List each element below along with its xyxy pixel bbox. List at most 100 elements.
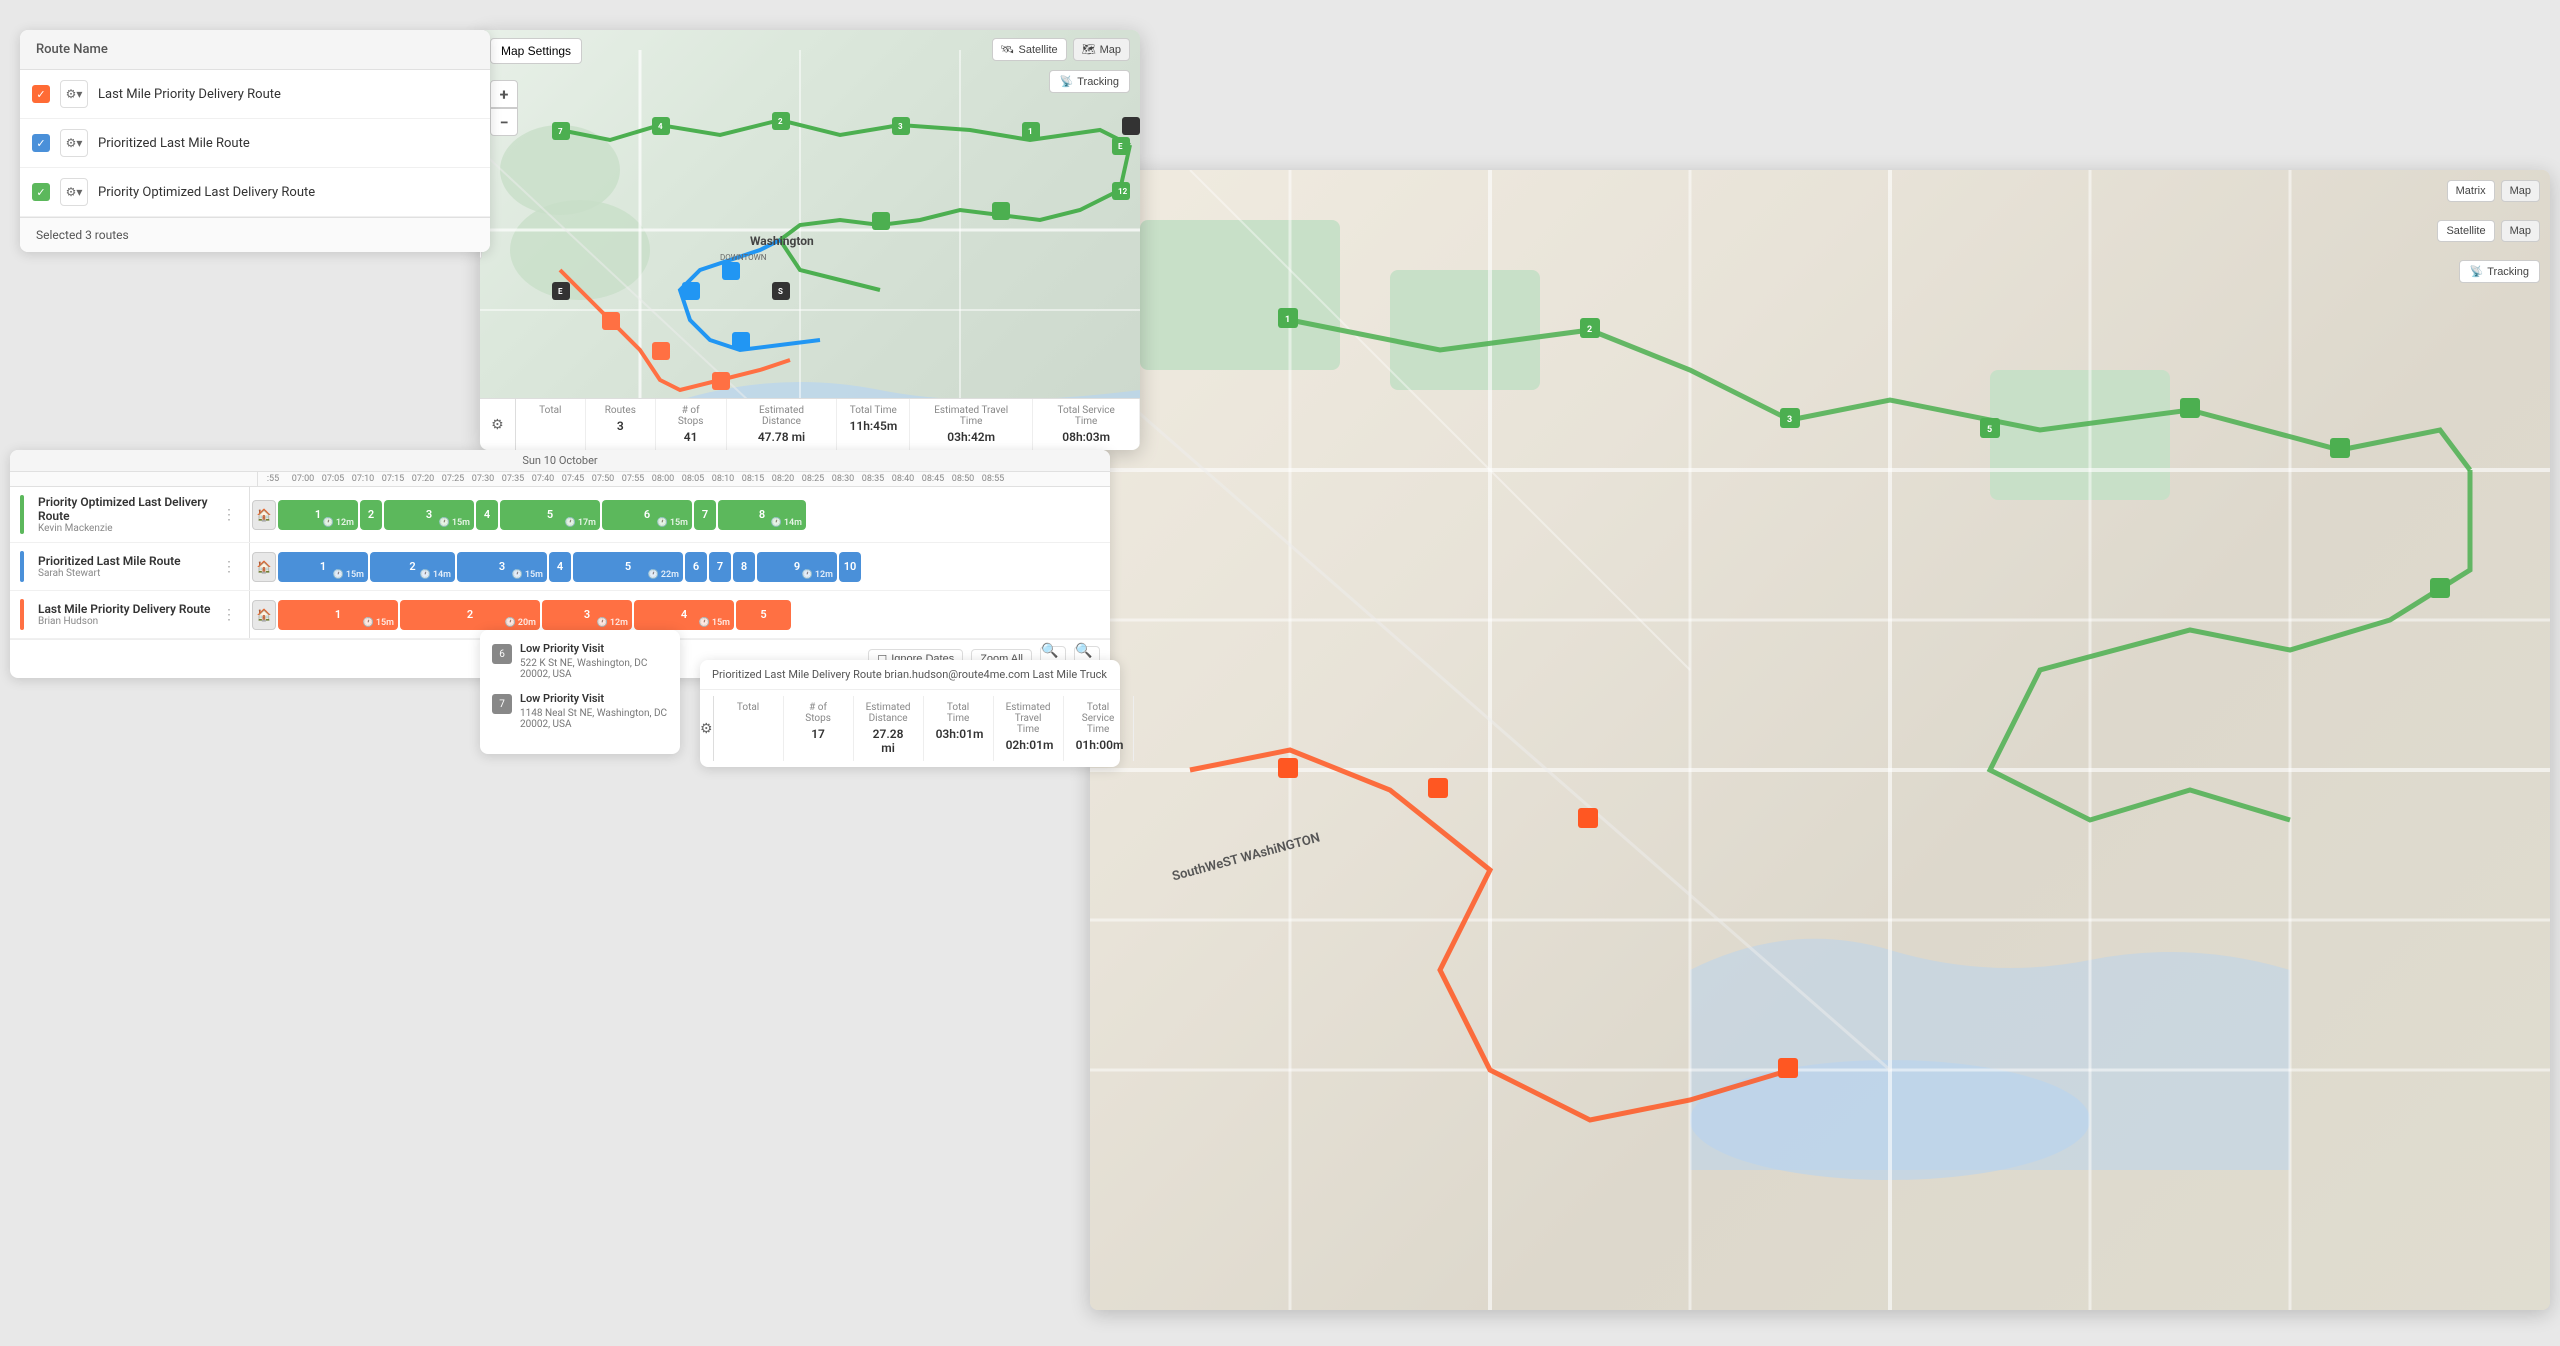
time-label: 07:00: [288, 474, 318, 484]
stop-block[interactable]: 7: [694, 500, 716, 530]
route-gear-2[interactable]: ⚙▾: [60, 129, 88, 157]
map-settings-btn[interactable]: Map Settings: [490, 38, 582, 64]
total-label: Total: [528, 405, 573, 416]
bottom-stats-dist: Estimated Distance 27.28 mi: [854, 696, 924, 761]
svg-text:4: 4: [658, 122, 663, 131]
satellite-label: Satellite: [1018, 44, 1057, 56]
stop-block[interactable]: 5 🕐 17m: [500, 500, 600, 530]
list-item[interactable]: ✓ ⚙▾ Prioritized Last Mile Route: [20, 119, 490, 168]
right-tracking-icon: 📡: [2470, 265, 2484, 278]
timeline-stops-3: 🏠 1 🕐 15m 2 🕐 20m 3 🕐 12m 4 🕐 15m 5: [250, 591, 1110, 638]
route-checkbox-3[interactable]: ✓: [32, 183, 50, 201]
service-time-header: Total Service Time: [1045, 405, 1127, 427]
timeline-stops-1: 🏠 1 🕐 12m 2 3 🕐 15m 4 5 🕐 17m 6 🕐 15m 7 …: [250, 487, 1110, 542]
stop-block[interactable]: 6: [685, 552, 707, 582]
selected-count: Selected 3 routes: [36, 228, 129, 242]
travel-indicator: 🕐 20m: [504, 618, 536, 628]
time-label: :55: [258, 474, 288, 484]
right-tracking-label: Tracking: [2487, 266, 2529, 278]
list-item[interactable]: ✓ ⚙▾ Priority Optimized Last Delivery Ro…: [20, 168, 490, 217]
time-labels-row: :55 07:00 07:05 07:10 07:15 07:20 07:25 …: [258, 472, 1110, 486]
stop-block[interactable]: 3 🕐 15m: [384, 500, 474, 530]
right-map-map-btn[interactable]: Map: [2501, 180, 2540, 202]
selected-routes-bar: Selected 3 routes: [20, 217, 490, 252]
route-list-panel: Route Name ✓ ⚙▾ Last Mile Priority Deliv…: [20, 30, 490, 252]
route-list-header: Route Name: [20, 30, 490, 70]
total-time-value: 11h:45m: [849, 419, 897, 433]
stop-block[interactable]: 5 🕐 22m: [573, 552, 683, 582]
front-map-svg: 7 4 2 3 1 E 12 S E Washington DOWNTOWN: [480, 30, 1140, 450]
svg-text:DOWNTOWN: DOWNTOWN: [720, 253, 767, 262]
bottom-travel-hdr: Estimated Travel Time: [1006, 702, 1051, 735]
stop-block[interactable]: 1 🕐 15m: [278, 552, 368, 582]
stop-block[interactable]: 8 🕐 14m: [718, 500, 806, 530]
stop-addr-6: 522 K St NE, Washington, DC 20002, USA: [520, 658, 668, 680]
route-checkbox-2[interactable]: ✓: [32, 134, 50, 152]
route-info-1: Priority Optimized Last Delivery Route K…: [10, 487, 250, 542]
right-map2-btn[interactable]: Map: [2501, 220, 2540, 242]
stop-block[interactable]: 4: [549, 552, 571, 582]
svg-text:1: 1: [1285, 315, 1290, 325]
stop-block[interactable]: 1 🕐 12m: [278, 500, 358, 530]
route-name-2: Prioritized Last Mile Route: [98, 136, 250, 151]
stop-block[interactable]: 5: [736, 600, 791, 630]
zoom-out-btn[interactable]: −: [490, 108, 518, 136]
stats-gear-icon[interactable]: ⚙: [480, 399, 516, 450]
stop-block[interactable]: 10: [839, 552, 861, 582]
stop-name-6: Low Priority Visit: [520, 642, 668, 655]
bottom-time-hdr: Total Time: [936, 702, 981, 724]
stats-routes: Routes 3: [586, 399, 656, 450]
right-tracking-btn[interactable]: 📡 Tracking: [2459, 260, 2540, 283]
stop-block[interactable]: 4: [476, 500, 498, 530]
stops-header: # of Stops: [668, 405, 714, 427]
list-item[interactable]: ✓ ⚙▾ Last Mile Priority Delivery Route: [20, 70, 490, 119]
stop-block[interactable]: 9 🕐 12m: [757, 552, 837, 582]
route-more-btn-3[interactable]: ⋮: [219, 605, 239, 625]
time-label: 08:25: [798, 474, 828, 484]
route-color-bar-2: [20, 551, 24, 582]
stop-item-6: 6 Low Priority Visit 522 K St NE, Washin…: [492, 642, 668, 680]
front-tracking-btn[interactable]: 📡 Tracking: [1049, 70, 1130, 93]
bottom-dist-val: 27.28 mi: [866, 727, 911, 755]
time-label: 07:15: [378, 474, 408, 484]
stop-block[interactable]: 1 🕐 15m: [278, 600, 398, 630]
time-label: 07:55: [618, 474, 648, 484]
map-top-controls: 🛰 Satellite 🗺 Map: [992, 38, 1130, 61]
map-icon: 🗺: [1082, 43, 1096, 56]
stop-block[interactable]: 3 🕐 12m: [542, 600, 632, 630]
time-label: 07:20: [408, 474, 438, 484]
svg-text:3: 3: [1787, 415, 1792, 425]
route-list-scroll[interactable]: ✓ ⚙▾ Last Mile Priority Delivery Route ✓…: [20, 70, 490, 217]
stop-block[interactable]: 8: [733, 552, 755, 582]
route-checkbox-1[interactable]: ✓: [32, 85, 50, 103]
stop-block[interactable]: 2: [360, 500, 382, 530]
bottom-dist-hdr: Estimated Distance: [866, 702, 911, 724]
right-map-layer: 1 2 3 5 SouthWeST WAshiNGTON Matrix Map …: [1090, 170, 2550, 1310]
stop-block[interactable]: 2 🕐 20m: [400, 600, 540, 630]
right-map-controls: Matrix Map: [2447, 180, 2540, 202]
routes-value: 3: [598, 419, 643, 433]
stop-badge-6: 6: [492, 644, 512, 664]
stop-block[interactable]: 7: [709, 552, 731, 582]
time-label: 07:45: [558, 474, 588, 484]
travel-indicator: 🕐 17m: [564, 518, 596, 528]
route-gear-1[interactable]: ⚙▾: [60, 80, 88, 108]
route-gear-3[interactable]: ⚙▾: [60, 178, 88, 206]
timeline-date: Sun 10 October: [522, 454, 597, 467]
route-more-btn-1[interactable]: ⋮: [219, 505, 239, 525]
bottom-stats-gear[interactable]: ⚙: [700, 696, 714, 761]
map-view-btn[interactable]: 🗺 Map: [1073, 38, 1130, 61]
stop-block[interactable]: 4 🕐 15m: [634, 600, 734, 630]
satellite-btn[interactable]: 🛰 Satellite: [992, 38, 1067, 61]
matrix-btn[interactable]: Matrix: [2447, 180, 2495, 202]
route-more-btn-2[interactable]: ⋮: [219, 557, 239, 577]
stop-block[interactable]: 3 🕐 15m: [457, 552, 547, 582]
stop-block[interactable]: 2 🕐 14m: [370, 552, 455, 582]
right-satellite-btn[interactable]: Satellite: [2437, 220, 2494, 242]
time-label: 08:50: [948, 474, 978, 484]
time-labels-container: :55 07:00 07:05 07:10 07:15 07:20 07:25 …: [258, 472, 1110, 486]
zoom-in-btn[interactable]: +: [490, 80, 518, 108]
stats-stops: # of Stops 41: [656, 399, 727, 450]
stop-block[interactable]: 6 🕐 15m: [602, 500, 692, 530]
right-map: 1 2 3 5 SouthWeST WAshiNGTON Matrix Map …: [1090, 170, 2550, 1310]
